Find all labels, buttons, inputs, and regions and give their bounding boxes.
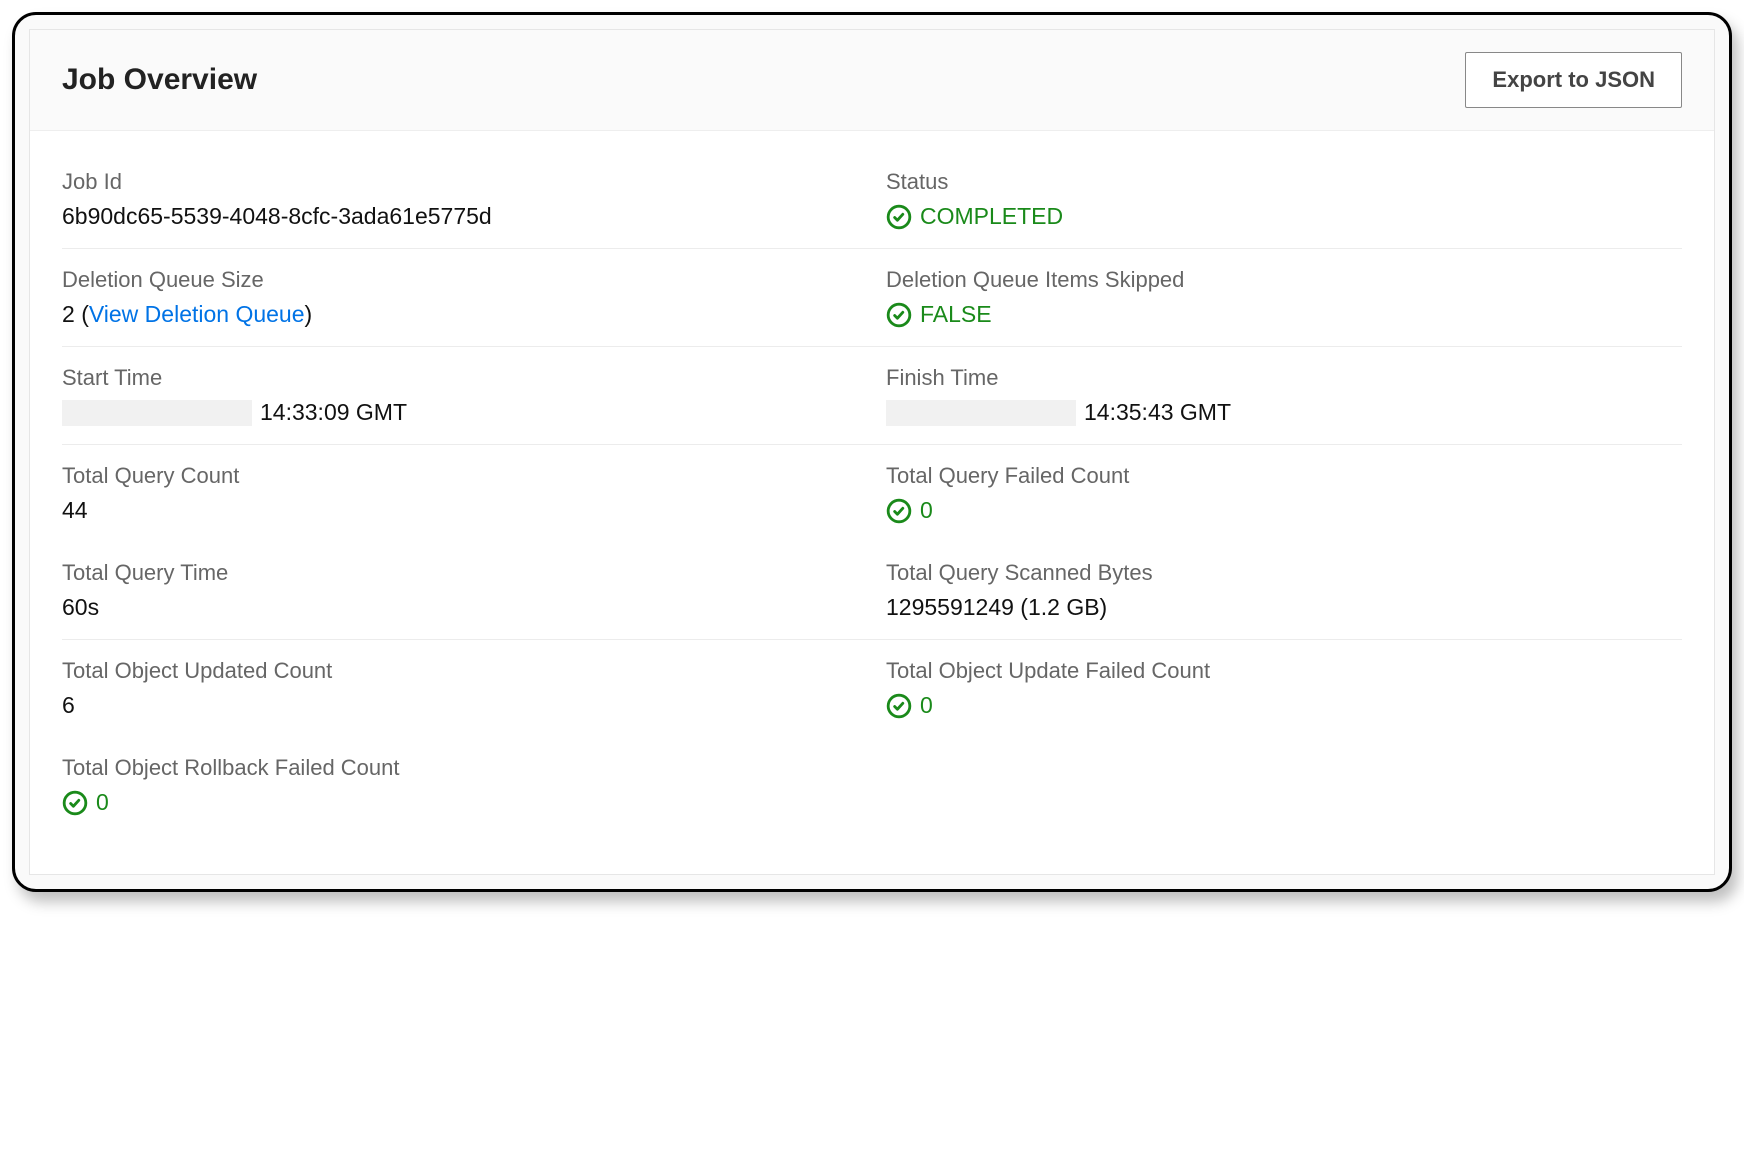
field-value: 6: [62, 692, 858, 719]
status-badge: 0: [62, 789, 858, 816]
field-label: Total Object Rollback Failed Count: [62, 755, 858, 781]
field-label: Finish Time: [886, 365, 1682, 391]
export-to-json-button[interactable]: Export to JSON: [1465, 52, 1682, 108]
field-job-id: Job Id 6b90dc65-5539-4048-8cfc-3ada61e57…: [62, 151, 858, 248]
finish-time-value: 14:35:43 GMT: [1084, 399, 1231, 426]
field-label: Total Object Updated Count: [62, 658, 858, 684]
field-total-rollback-failed: Total Object Rollback Failed Count 0: [62, 737, 858, 834]
deletion-skipped-value: FALSE: [920, 301, 992, 328]
field-label: Total Query Failed Count: [886, 463, 1682, 489]
redacted-block: [886, 400, 1076, 426]
outer-frame: Job Overview Export to JSON Job Id 6b90d…: [12, 12, 1732, 892]
field-label: Start Time: [62, 365, 858, 391]
check-circle-icon: [886, 302, 912, 328]
start-time-value: 14:33:09 GMT: [260, 399, 407, 426]
field-label: Total Query Scanned Bytes: [886, 560, 1682, 586]
check-circle-icon: [886, 204, 912, 230]
field-label: Deletion Queue Size: [62, 267, 858, 293]
field-total-query-time: Total Query Time 60s: [62, 542, 858, 639]
field-label: Total Query Count: [62, 463, 858, 489]
field-total-query-count: Total Query Count 44: [62, 445, 858, 542]
field-value: 60s: [62, 594, 858, 621]
field-value: 1295591249 (1.2 GB): [886, 594, 1682, 621]
empty-cell: [886, 737, 1682, 834]
field-value: 6b90dc65-5539-4048-8cfc-3ada61e5775d: [62, 203, 858, 230]
field-finish-time: Finish Time 14:35:43 GMT: [886, 347, 1682, 444]
field-label: Job Id: [62, 169, 858, 195]
update-failed-value: 0: [920, 692, 933, 719]
field-total-scanned-bytes: Total Query Scanned Bytes 1295591249 (1.…: [886, 542, 1682, 639]
panel-body: Job Id 6b90dc65-5539-4048-8cfc-3ada61e57…: [30, 131, 1714, 874]
deletion-queue-count: 2: [62, 301, 75, 327]
field-deletion-queue-skipped: Deletion Queue Items Skipped FALSE: [886, 249, 1682, 346]
field-total-query-failed: Total Query Failed Count 0: [886, 445, 1682, 542]
status-badge: COMPLETED: [886, 203, 1682, 230]
check-circle-icon: [62, 790, 88, 816]
field-value: 14:35:43 GMT: [886, 399, 1682, 426]
status-badge: 0: [886, 497, 1682, 524]
field-label: Deletion Queue Items Skipped: [886, 267, 1682, 293]
panel-header: Job Overview Export to JSON: [30, 30, 1714, 131]
rollback-failed-value: 0: [96, 789, 109, 816]
redacted-block: [62, 400, 252, 426]
check-circle-icon: [886, 693, 912, 719]
field-value: 14:33:09 GMT: [62, 399, 858, 426]
status-badge: 0: [886, 692, 1682, 719]
view-deletion-queue-link[interactable]: View Deletion Queue: [89, 301, 305, 327]
field-status: Status COMPLETED: [886, 151, 1682, 248]
job-overview-panel: Job Overview Export to JSON Job Id 6b90d…: [29, 29, 1715, 875]
field-label: Status: [886, 169, 1682, 195]
field-label: Total Query Time: [62, 560, 858, 586]
field-total-object-updated: Total Object Updated Count 6: [62, 640, 858, 737]
field-value: 44: [62, 497, 858, 524]
check-circle-icon: [886, 498, 912, 524]
field-value: 2 (View Deletion Queue): [62, 301, 858, 328]
query-failed-value: 0: [920, 497, 933, 524]
panel-title: Job Overview: [62, 63, 257, 97]
field-label: Total Object Update Failed Count: [886, 658, 1682, 684]
field-start-time: Start Time 14:33:09 GMT: [62, 347, 858, 444]
field-deletion-queue-size: Deletion Queue Size 2 (View Deletion Que…: [62, 249, 858, 346]
status-value: COMPLETED: [920, 203, 1063, 230]
field-total-object-update-failed: Total Object Update Failed Count 0: [886, 640, 1682, 737]
status-badge: FALSE: [886, 301, 1682, 328]
